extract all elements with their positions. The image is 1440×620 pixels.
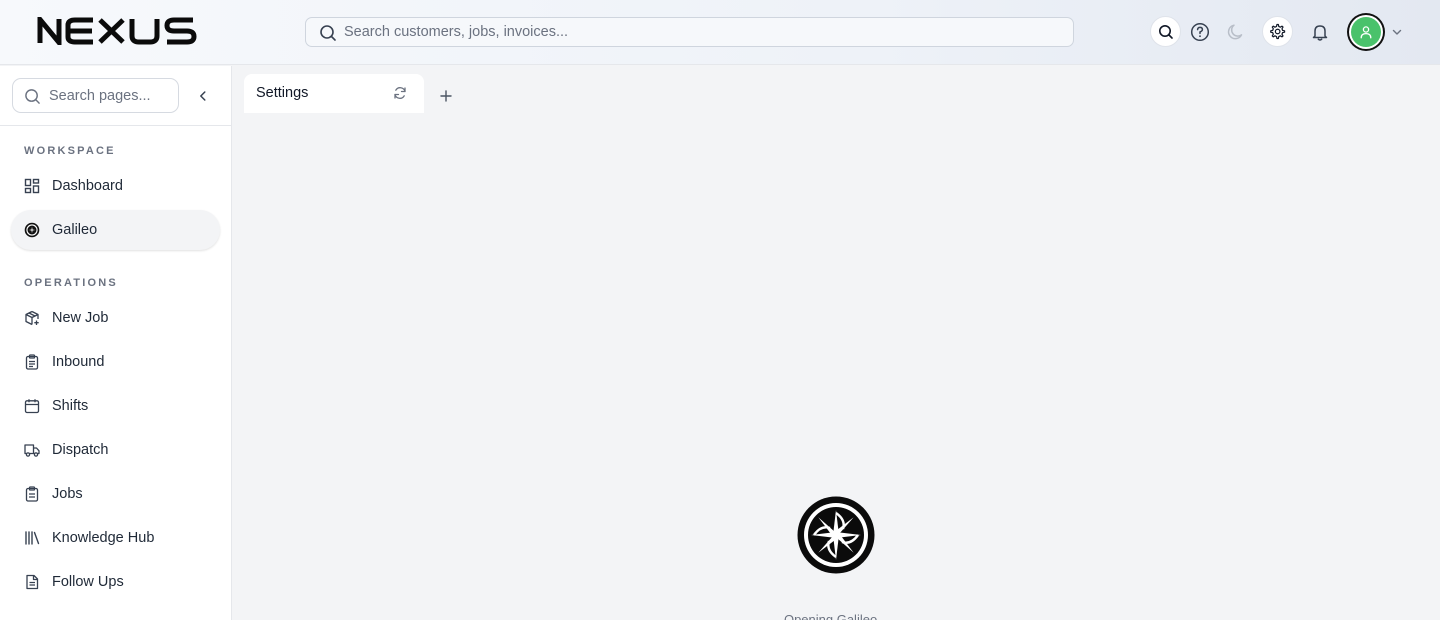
clipboard-icon	[24, 486, 40, 502]
help-icon	[1190, 22, 1210, 42]
sidebar-item-label: Galileo	[52, 222, 98, 238]
sidebar-item-galileo[interactable]: Galileo	[11, 210, 220, 250]
page-search[interactable]	[12, 78, 179, 113]
sidebar-item-label: Dashboard	[52, 178, 123, 194]
search-icon	[25, 89, 40, 104]
plus-icon	[440, 90, 452, 102]
collapse-sidebar-button[interactable]	[193, 86, 213, 106]
global-search[interactable]	[305, 17, 1074, 47]
search-icon	[320, 25, 336, 41]
sidebar-item-label: New Job	[52, 310, 109, 326]
moon-icon	[1227, 24, 1243, 40]
sidebar-item-dispatch[interactable]: Dispatch	[11, 430, 220, 470]
loading-text: Opening Galileo...	[783, 612, 889, 620]
sidebar-item-knowledge-hub[interactable]: Knowledge Hub	[11, 518, 220, 558]
clipboard-list-icon	[24, 354, 40, 370]
sidebar-item-label: Jobs	[52, 486, 83, 502]
section-title-workspace: WORKSPACE	[24, 145, 116, 157]
settings-button[interactable]	[1262, 16, 1293, 47]
search-icon	[1158, 24, 1173, 39]
notifications-button[interactable]	[1309, 21, 1331, 43]
sidebar-item-label: Dispatch	[52, 442, 109, 458]
avatar[interactable]	[1347, 13, 1385, 51]
tab-label: Settings	[256, 85, 309, 101]
chevron-down-icon	[1392, 29, 1402, 35]
section-title-operations: OPERATIONS	[24, 277, 118, 289]
add-tab-button[interactable]	[437, 87, 455, 105]
sidebar-item-label: Inbound	[52, 354, 105, 370]
sidebar-item-new-job[interactable]: New Job	[11, 298, 220, 338]
sidebar-divider	[0, 125, 231, 126]
nexus-logo[interactable]	[37, 17, 225, 45]
galileo-icon	[24, 222, 40, 238]
global-search-input[interactable]	[344, 22, 1044, 42]
chevron-left-icon	[200, 91, 206, 101]
file-text-icon	[24, 574, 40, 590]
package-plus-icon	[24, 310, 40, 326]
sidebar-item-dashboard[interactable]: Dashboard	[11, 166, 220, 206]
help-button[interactable]	[1189, 21, 1211, 43]
refresh-icon[interactable]	[393, 86, 407, 100]
sidebar-item-inbound[interactable]: Inbound	[11, 342, 220, 382]
account-menu-button[interactable]	[1390, 25, 1404, 39]
search-button[interactable]	[1150, 16, 1181, 47]
galileo-logo	[797, 496, 875, 574]
page-search-input[interactable]	[49, 87, 174, 105]
sidebar-item-shifts[interactable]: Shifts	[11, 386, 220, 426]
user-icon	[1360, 26, 1372, 39]
calendar-icon	[24, 398, 40, 414]
sidebar-item-label: Knowledge Hub	[52, 530, 155, 546]
truck-icon	[24, 442, 40, 458]
top-bar	[0, 0, 1440, 65]
grid-icon	[24, 178, 40, 194]
theme-toggle-button[interactable]	[1225, 21, 1247, 43]
gear-icon	[1270, 23, 1286, 40]
sidebar-item-label: Shifts	[52, 398, 89, 414]
tab-settings[interactable]: Settings	[244, 74, 424, 113]
library-icon	[24, 530, 40, 546]
sidebar: WORKSPACE Dashboard Galileo OPERATIONS N…	[0, 66, 232, 620]
sidebar-item-jobs[interactable]: Jobs	[11, 474, 220, 514]
bell-icon	[1312, 25, 1328, 41]
sidebar-item-label: Follow Ups	[52, 574, 124, 590]
sidebar-item-follow-ups[interactable]: Follow Ups	[11, 562, 220, 602]
